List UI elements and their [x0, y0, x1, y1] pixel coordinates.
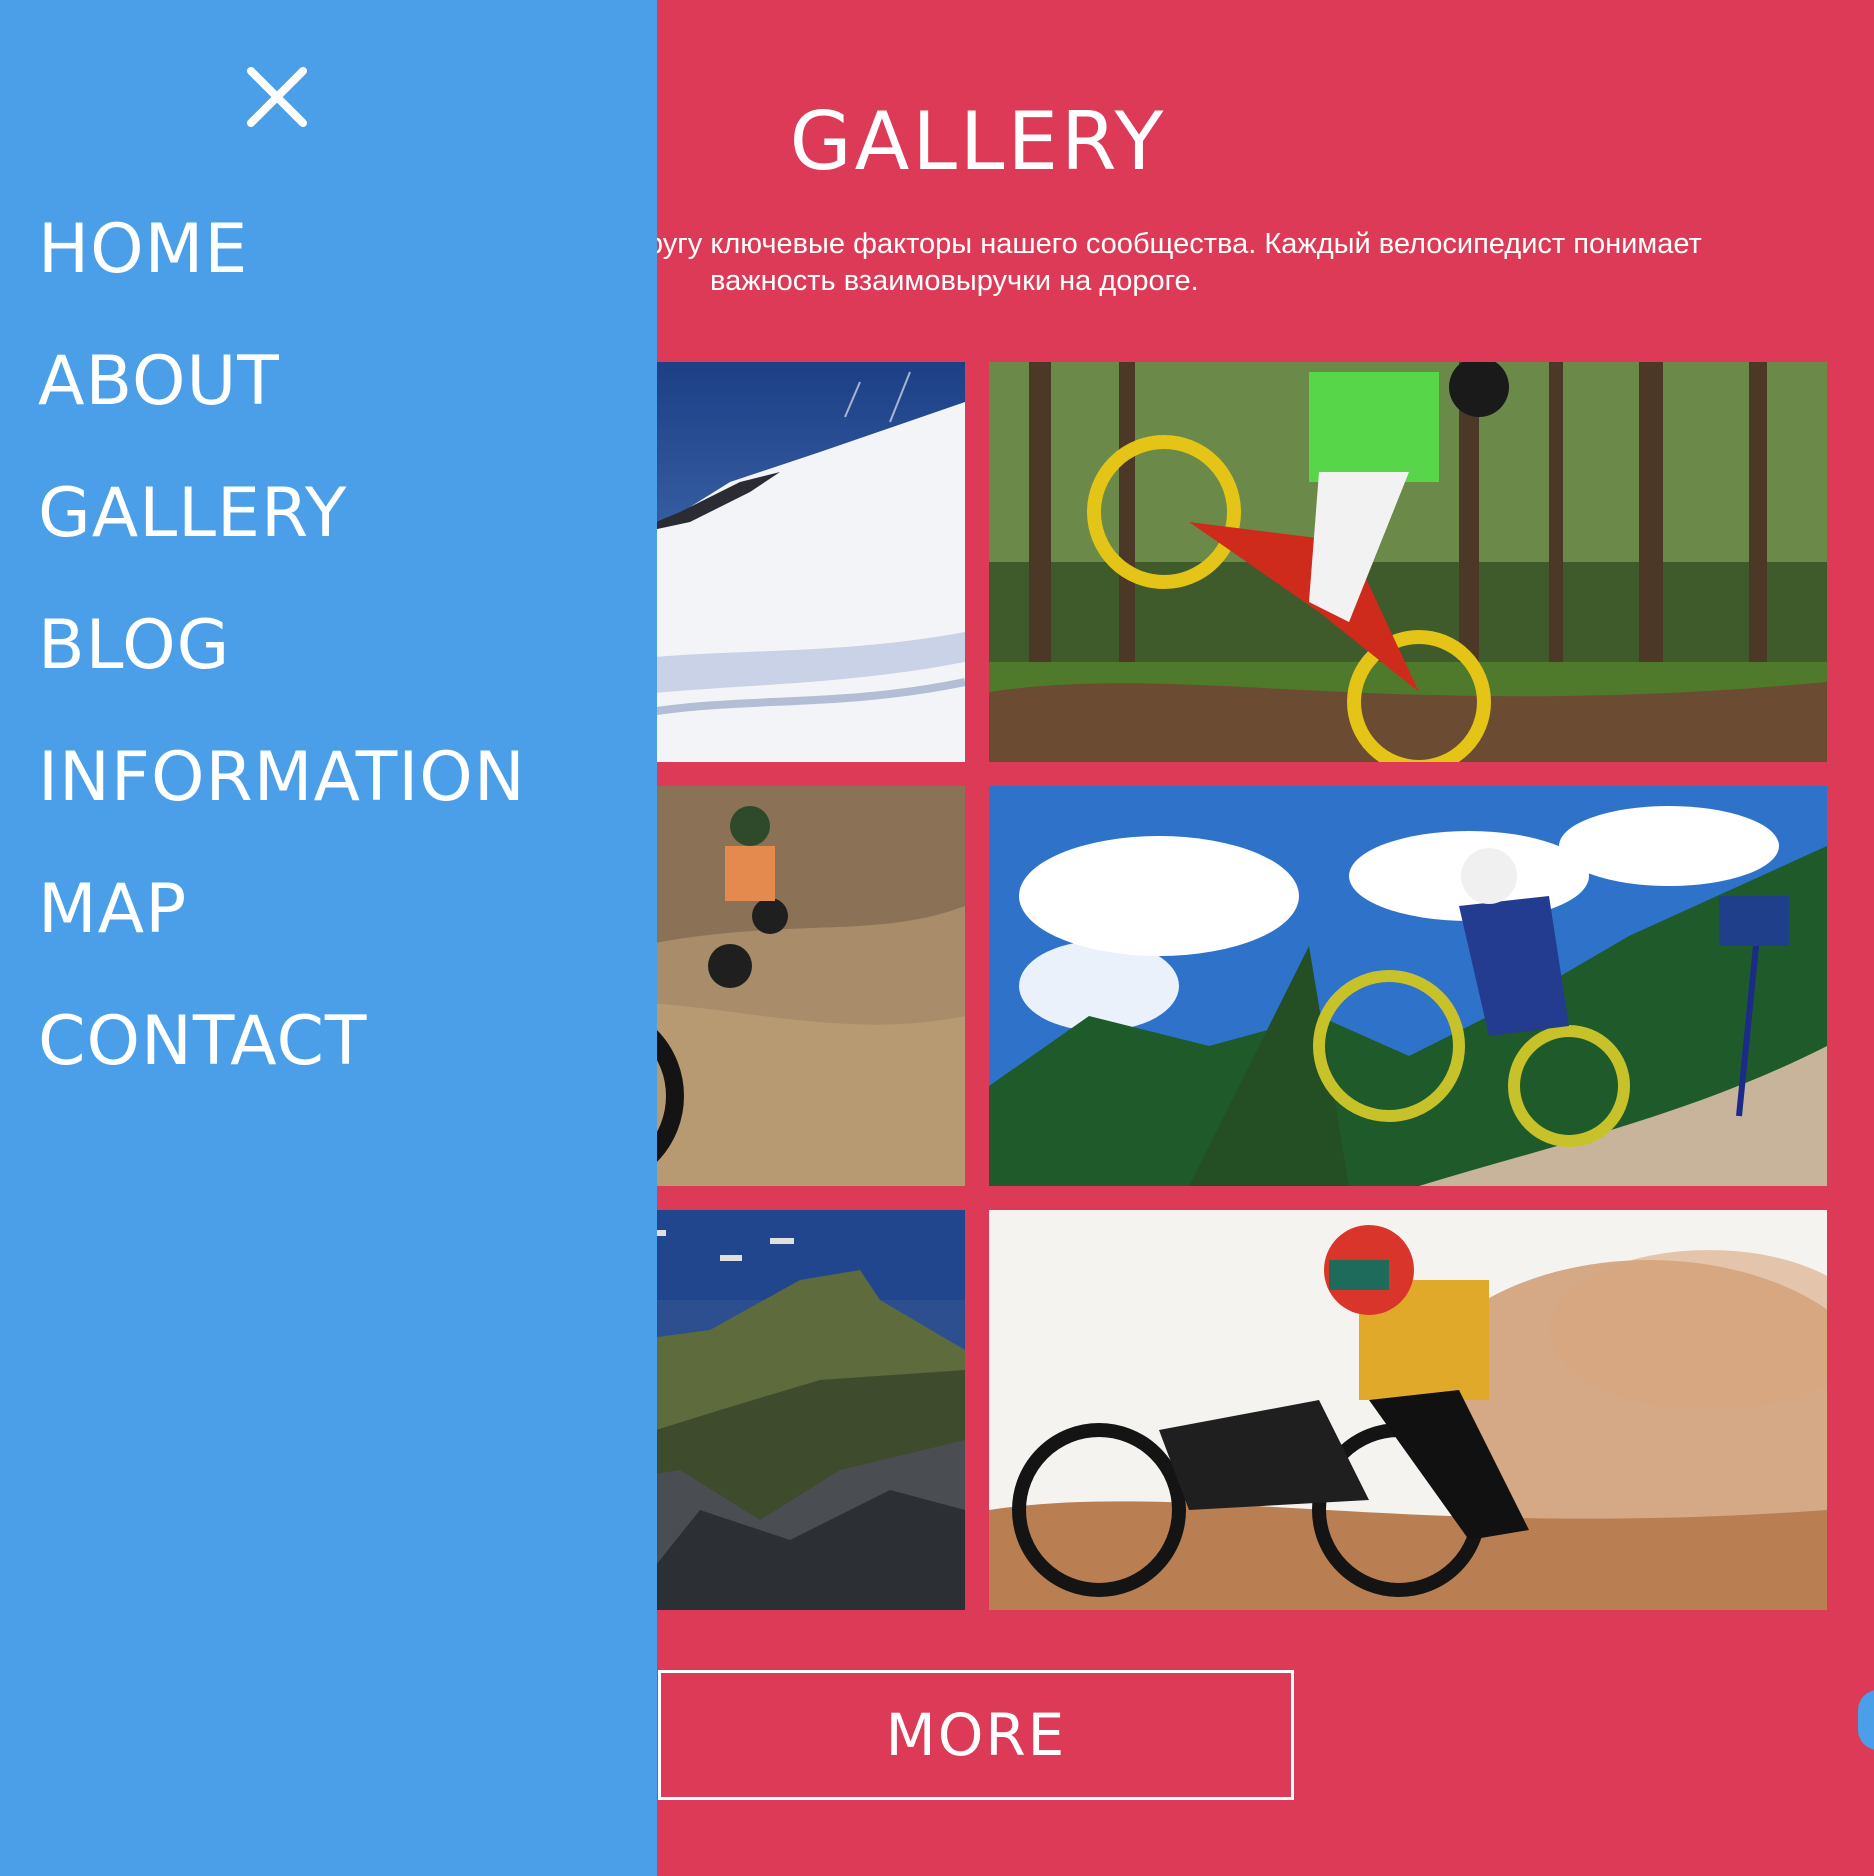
close-menu-button[interactable]	[245, 65, 309, 129]
menu-item-home[interactable]: HOME	[38, 210, 526, 342]
gallery-title: GALLERY	[789, 95, 1167, 188]
menu-item-map[interactable]: MAP	[38, 870, 526, 1002]
gallery-intro-line-2: важность взаимовыручки на дороге.	[710, 265, 1199, 297]
more-button[interactable]: MORE	[658, 1670, 1294, 1800]
menu-item-blog[interactable]: BLOG	[38, 606, 526, 738]
close-icon	[247, 67, 307, 127]
menu-item-about[interactable]: ABOUT	[38, 342, 526, 474]
scroll-to-top-button[interactable]	[1858, 1690, 1874, 1750]
gallery-photo-forest-jump[interactable]	[989, 362, 1827, 762]
gallery-photo-dust-rider[interactable]	[989, 1210, 1827, 1610]
menu-item-contact[interactable]: CONTACT	[38, 1002, 526, 1134]
gallery-photo-sky-jump[interactable]	[989, 786, 1827, 1186]
menu-list: HOME ABOUT GALLERY BLOG INFORMATION MAP …	[38, 210, 526, 1134]
side-menu: HOME ABOUT GALLERY BLOG INFORMATION MAP …	[0, 0, 657, 1876]
gallery-intro-line-1: другу ключевые факторы нашего сообщества…	[630, 228, 1702, 260]
menu-item-information[interactable]: INFORMATION	[38, 738, 526, 870]
menu-item-gallery[interactable]: GALLERY	[38, 474, 526, 606]
